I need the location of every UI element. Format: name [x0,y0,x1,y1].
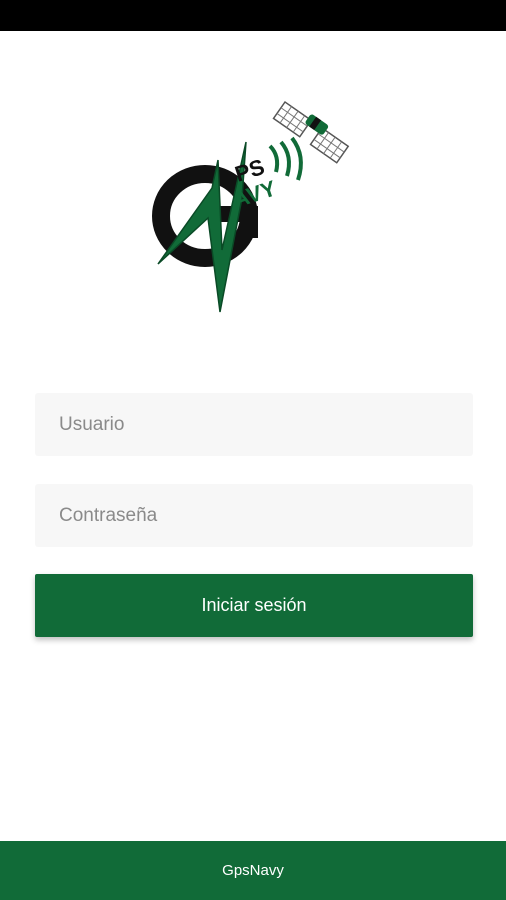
username-input[interactable] [59,393,449,456]
footer-bar: GpsNavy [0,841,506,900]
satellite-icon [272,100,350,164]
username-field[interactable] [35,393,473,456]
login-button[interactable]: Iniciar sesión [35,574,473,637]
status-bar [0,0,506,31]
password-input[interactable] [59,484,449,547]
gpsnavy-logo: PS AVY [150,88,360,318]
password-field[interactable] [35,484,473,547]
footer-app-name: GpsNavy [222,862,284,879]
